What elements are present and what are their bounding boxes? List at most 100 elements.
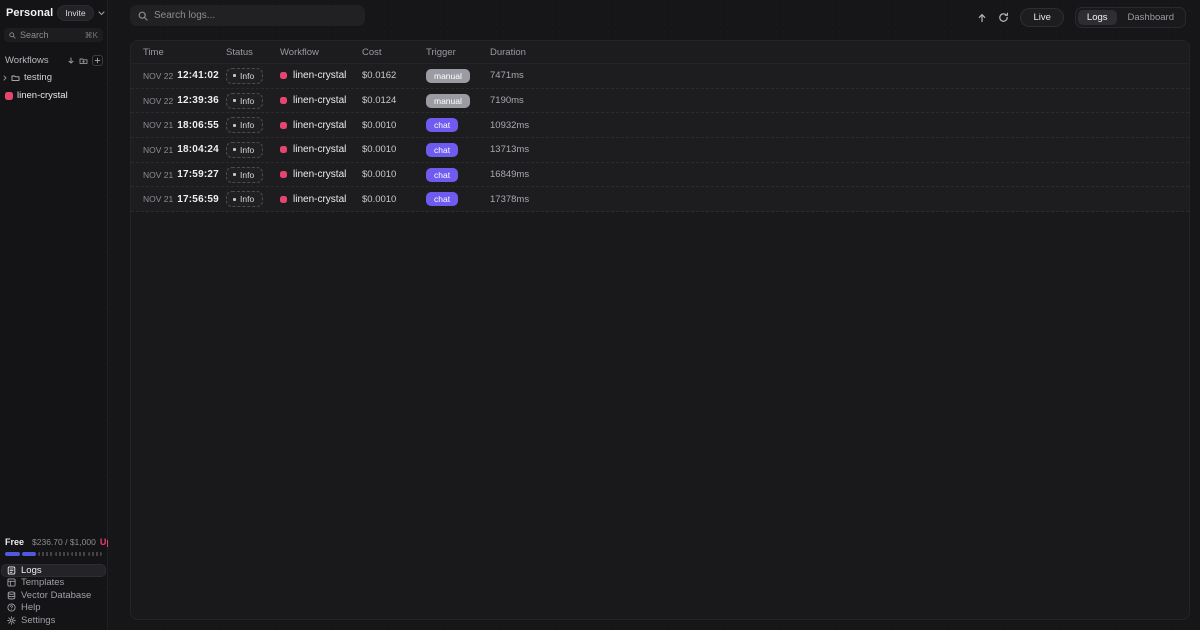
chevron-right-icon bbox=[3, 75, 7, 81]
folder-icon bbox=[11, 74, 20, 82]
meter-segment bbox=[38, 552, 53, 556]
workflow-name: linen-crystal bbox=[293, 194, 346, 205]
workflow-label: linen-crystal bbox=[17, 90, 68, 101]
sidebar-item-help[interactable]: Help bbox=[2, 602, 105, 614]
info-button[interactable]: Info bbox=[226, 117, 263, 133]
col-cost: Cost bbox=[362, 47, 426, 58]
status-dot-icon bbox=[233, 148, 236, 151]
workflow-dot bbox=[280, 122, 287, 129]
invite-button[interactable]: Invite bbox=[57, 5, 93, 21]
col-time: Time bbox=[143, 47, 226, 58]
table-row[interactable]: NOV 22 12:39:36 Info linen-crystal $0.01… bbox=[131, 89, 1189, 114]
trigger-badge: manual bbox=[426, 69, 470, 83]
trigger-badge: chat bbox=[426, 168, 458, 182]
status-dot-icon bbox=[233, 173, 236, 176]
meter-segment bbox=[55, 552, 70, 556]
sidebar-item-settings[interactable]: Settings bbox=[2, 615, 105, 627]
import-arrow-icon[interactable] bbox=[67, 57, 75, 65]
search-icon bbox=[9, 32, 16, 39]
top-controls: Live Logs Dashboard bbox=[977, 7, 1186, 28]
info-button[interactable]: Info bbox=[226, 142, 263, 158]
table-row[interactable]: NOV 21 18:06:55 Info linen-crystal $0.00… bbox=[131, 113, 1189, 138]
duration-value: 7471ms bbox=[490, 70, 524, 81]
workflow-dot bbox=[280, 171, 287, 178]
cost-value: $0.0124 bbox=[362, 95, 396, 106]
new-folder-icon[interactable] bbox=[79, 57, 88, 65]
usage-meter bbox=[5, 552, 102, 556]
table-header: Time Status Workflow Cost Trigger Durati… bbox=[131, 41, 1189, 64]
log-time: 12:39:36 bbox=[177, 95, 219, 106]
templates-icon bbox=[7, 578, 16, 587]
info-button[interactable]: Info bbox=[226, 191, 263, 207]
duration-value: 16849ms bbox=[490, 169, 529, 180]
workflows-title: Workflows bbox=[5, 55, 49, 66]
table-row[interactable]: NOV 21 18:04:24 Info linen-crystal $0.00… bbox=[131, 138, 1189, 163]
scroll-top-icon[interactable] bbox=[977, 13, 987, 23]
sidebar-menu: Logs Templates Vector Database Help Sett… bbox=[0, 565, 107, 627]
sidebar-search-placeholder: Search bbox=[20, 30, 49, 40]
trigger-badge: chat bbox=[426, 143, 458, 157]
log-date: NOV 22 bbox=[143, 96, 173, 106]
live-button[interactable]: Live bbox=[1020, 8, 1063, 27]
log-time: 18:04:24 bbox=[177, 144, 219, 155]
add-workflow-icon[interactable] bbox=[92, 55, 103, 66]
view-toggle: Logs Dashboard bbox=[1075, 7, 1186, 28]
duration-value: 17378ms bbox=[490, 194, 529, 205]
search-shortcut: ⌘K bbox=[85, 31, 98, 40]
settings-icon bbox=[7, 616, 16, 625]
cost-value: $0.0162 bbox=[362, 70, 396, 81]
info-button[interactable]: Info bbox=[226, 68, 263, 84]
meter-segment bbox=[71, 552, 86, 556]
log-date: NOV 21 bbox=[143, 120, 173, 130]
workflow-name: linen-crystal bbox=[293, 95, 346, 106]
table-row[interactable]: NOV 22 12:41:02 Info linen-crystal $0.01… bbox=[131, 64, 1189, 89]
table-row[interactable]: NOV 21 17:56:59 Info linen-crystal $0.00… bbox=[131, 187, 1189, 212]
search-icon bbox=[138, 11, 148, 21]
chevron-down-icon[interactable] bbox=[98, 11, 105, 16]
workspace-row: Personal Invite bbox=[0, 0, 107, 21]
sidebar-item-templates[interactable]: Templates bbox=[2, 577, 105, 589]
log-date: NOV 21 bbox=[143, 194, 173, 204]
info-button[interactable]: Info bbox=[226, 93, 263, 109]
plan-badge: Free bbox=[5, 537, 24, 547]
workflow-name: linen-crystal bbox=[293, 70, 346, 81]
logs-search-input[interactable]: Search logs... bbox=[130, 5, 365, 26]
tab-dashboard[interactable]: Dashboard bbox=[1119, 10, 1183, 25]
status-dot-icon bbox=[233, 99, 236, 102]
info-button[interactable]: Info bbox=[226, 167, 263, 183]
sidebar-item-vector-database[interactable]: Vector Database bbox=[2, 590, 105, 602]
sidebar: Personal Invite Search ⌘K Workflows bbox=[0, 0, 108, 630]
sidebar-item-linen-crystal[interactable]: linen-crystal bbox=[0, 89, 107, 102]
folder-label: testing bbox=[24, 72, 52, 83]
table-body: NOV 22 12:41:02 Info linen-crystal $0.01… bbox=[131, 64, 1189, 212]
cost-value: $0.0010 bbox=[362, 120, 396, 131]
sidebar-search-input[interactable]: Search ⌘K bbox=[4, 28, 103, 42]
trigger-badge: chat bbox=[426, 192, 458, 206]
sidebar-item-logs[interactable]: Logs bbox=[2, 565, 105, 577]
sidebar-item-testing[interactable]: testing bbox=[0, 71, 107, 84]
duration-value: 10932ms bbox=[490, 120, 529, 131]
status-dot-icon bbox=[233, 74, 236, 77]
refresh-icon[interactable] bbox=[998, 12, 1009, 23]
log-time: 17:59:27 bbox=[177, 169, 219, 180]
workflow-dot bbox=[280, 97, 287, 104]
status-dot-icon bbox=[233, 198, 236, 201]
trigger-badge: manual bbox=[426, 94, 470, 108]
col-status: Status bbox=[226, 47, 280, 58]
col-trigger: Trigger bbox=[426, 47, 490, 58]
logs-table: Time Status Workflow Cost Trigger Durati… bbox=[130, 40, 1190, 620]
workspace-name: Personal bbox=[6, 7, 53, 19]
table-row[interactable]: NOV 21 17:59:27 Info linen-crystal $0.00… bbox=[131, 163, 1189, 188]
log-time: 12:41:02 bbox=[177, 70, 219, 81]
usage-row: Free $236.70 / $1,000 Upgrade bbox=[0, 537, 107, 547]
cost-value: $0.0010 bbox=[362, 144, 396, 155]
workflow-color-dot bbox=[5, 92, 13, 100]
workflow-name: linen-crystal bbox=[293, 144, 346, 155]
log-date: NOV 21 bbox=[143, 170, 173, 180]
tab-logs[interactable]: Logs bbox=[1078, 10, 1117, 25]
log-time: 17:56:59 bbox=[177, 194, 219, 205]
duration-value: 13713ms bbox=[490, 144, 529, 155]
log-date: NOV 21 bbox=[143, 145, 173, 155]
usage-amount: $236.70 / $1,000 bbox=[32, 537, 96, 547]
meter-segment bbox=[88, 552, 103, 556]
